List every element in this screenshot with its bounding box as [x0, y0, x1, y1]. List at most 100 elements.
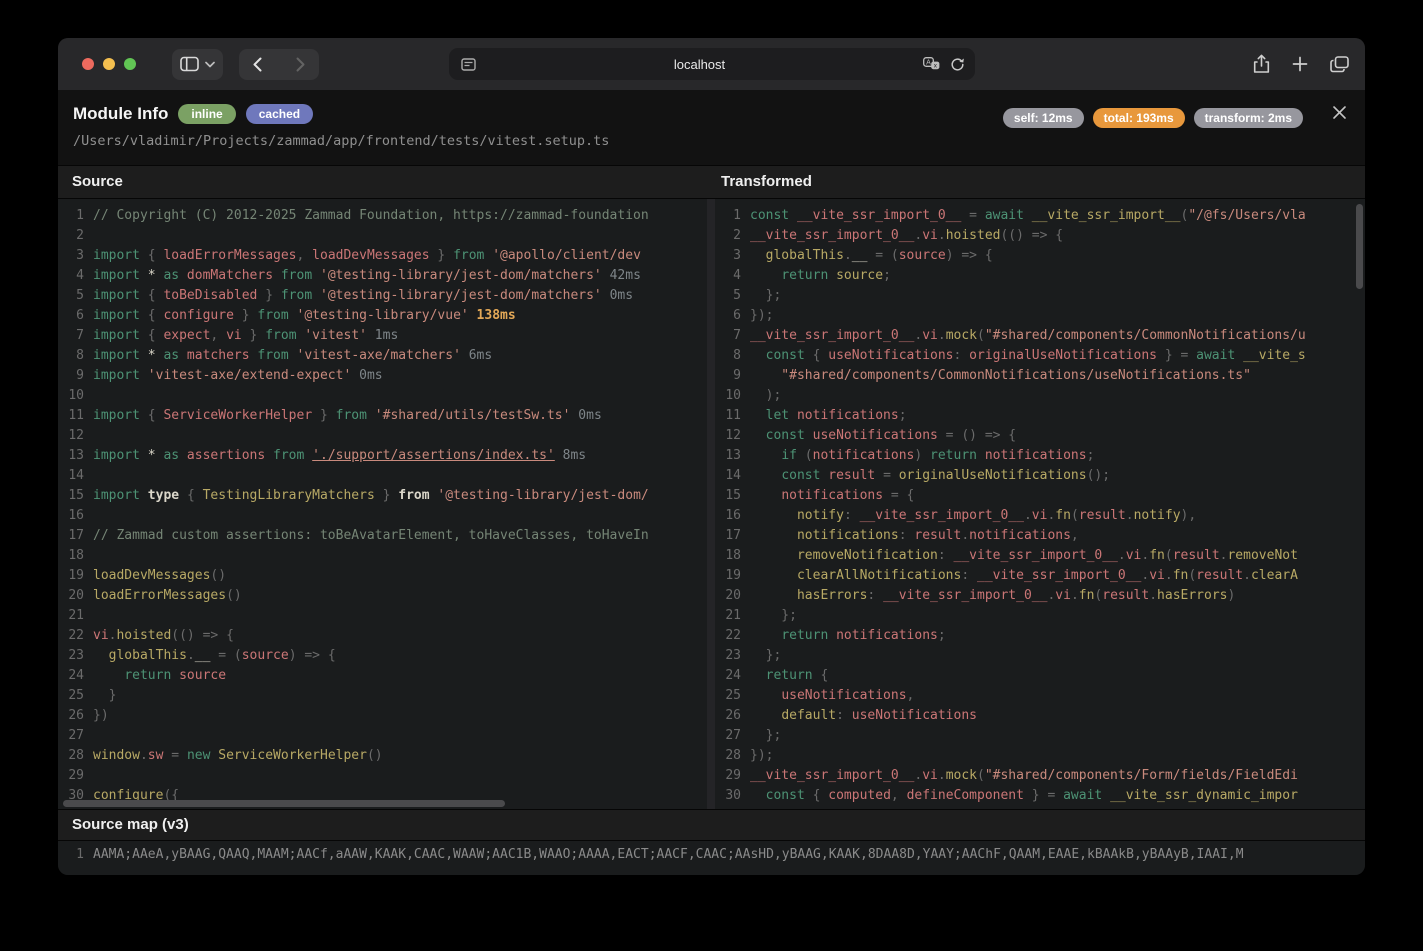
code-token: return	[930, 448, 977, 463]
code-token: loadErrorMessages	[163, 248, 297, 263]
back-button[interactable]	[239, 49, 276, 80]
horizontal-scrollbar[interactable]	[63, 800, 505, 807]
code-token: result	[1196, 568, 1244, 583]
address-bar[interactable]: localhost Ax	[449, 48, 975, 80]
code-line: 22 vi.hoisted(() => {	[58, 626, 707, 646]
page-settings-icon[interactable]	[461, 57, 476, 71]
share-icon[interactable]	[1253, 54, 1270, 74]
code-token: =	[961, 208, 985, 223]
code-line: 26 default: useNotifications	[715, 706, 1365, 726]
line-number: 7	[76, 328, 84, 343]
code-line: 19 loadDevMessages()	[58, 566, 707, 586]
line-number: 11	[68, 408, 84, 423]
code-token: removeNotification	[796, 548, 938, 563]
code-token: __	[194, 648, 211, 663]
line-number: 14	[68, 468, 84, 483]
code-token: ;	[937, 628, 946, 643]
code-token: = (	[867, 248, 899, 263]
line-number: 8	[76, 348, 84, 363]
code-token: notifications	[781, 488, 884, 503]
page-title: Module Info	[73, 104, 169, 123]
code-token: *	[139, 348, 164, 363]
code-token: const	[781, 468, 821, 483]
code-token: import	[93, 448, 140, 463]
code-token: as	[163, 268, 180, 283]
code-token: __vite_ssr_import_0__	[883, 588, 1048, 603]
code-token: } =	[1157, 348, 1197, 363]
reload-icon[interactable]	[950, 57, 965, 72]
code-token: 'vitest'	[296, 328, 367, 343]
minimize-window-button[interactable]	[103, 58, 115, 70]
line-number: 13	[725, 448, 741, 463]
vertical-scrollbar[interactable]	[1356, 204, 1363, 289]
code-panels: 1 // Copyright (C) 2012-2025 Zammad Found…	[58, 199, 1365, 809]
code-token: 1ms	[366, 328, 399, 343]
code-token: hoisted	[116, 628, 172, 643]
new-tab-icon[interactable]	[1292, 56, 1308, 72]
tabs-icon[interactable]	[1330, 55, 1349, 73]
file-link[interactable]: './support/assertions/index.ts'	[312, 448, 555, 463]
code-token: // Zammad custom assertions: toBeAvatarE…	[93, 528, 649, 543]
zoom-window-button[interactable]	[124, 58, 136, 70]
code-token: // Copyright (C) 2012-2025 Zammad Founda…	[93, 208, 649, 223]
code-token: const	[765, 348, 805, 363]
forward-button[interactable]	[282, 49, 319, 80]
code-token: if	[781, 448, 797, 463]
code-token: {	[812, 668, 829, 683]
code-token: '@testing-library/jest-dom/matchers'	[312, 288, 602, 303]
code-line: 1 AAMA;AAeA,yBAAG,QAAQ,MAAM;AACf,aAAW,KAA…	[58, 845, 1365, 865]
code-token: ;	[1086, 448, 1095, 463]
code-token: "#shared/components/Form/fields/FieldEdi	[984, 768, 1298, 783]
line-number: 24	[68, 668, 84, 683]
line-number: 19	[68, 568, 84, 583]
code-token: useNotifications	[804, 428, 938, 443]
code-line: 16	[58, 506, 707, 526]
code-token: );	[750, 388, 782, 403]
code-line: 3 import { loadErrorMessages, loadDevMess…	[58, 246, 707, 266]
code-token: removeNot	[1227, 548, 1298, 563]
code-token: :	[937, 548, 954, 563]
transformed-code-panel[interactable]: 1 const __vite_ssr_import_0__ = await __v…	[715, 199, 1365, 809]
code-token: };	[750, 728, 782, 743]
line-number: 6	[733, 308, 741, 323]
code-token: 8ms	[554, 448, 587, 463]
code-line: 11 let notifications;	[715, 406, 1365, 426]
code-token: vi	[1149, 568, 1165, 583]
code-line: 1 const __vite_ssr_import_0__ = await __v…	[715, 206, 1365, 226]
code-token: notifications	[828, 628, 938, 643]
code-line: 18 removeNotification: __vite_ssr_import…	[715, 546, 1365, 566]
line-number: 11	[725, 408, 741, 423]
close-button[interactable]	[1330, 103, 1348, 121]
sidebar-toggle-button[interactable]	[172, 48, 223, 80]
code-token: globalThis	[108, 648, 187, 663]
close-window-button[interactable]	[82, 58, 94, 70]
code-line: 17 notifications: result.notifications,	[715, 526, 1365, 546]
line-number: 18	[68, 548, 84, 563]
code-token: hasErrors	[796, 588, 868, 603]
code-token: ()	[226, 588, 242, 603]
code-token: '@testing-library/vue'	[288, 308, 469, 323]
code-token: vi	[922, 768, 938, 783]
code-token: 42ms	[601, 268, 641, 283]
code-token: .	[937, 328, 946, 343]
source-code-panel[interactable]: 1 // Copyright (C) 2012-2025 Zammad Found…	[58, 199, 707, 809]
code-line: 24 return {	[715, 666, 1365, 686]
code-token: from	[257, 348, 289, 363]
code-token: }	[93, 688, 117, 703]
code-token: notify	[796, 508, 844, 523]
code-token: import	[93, 328, 140, 343]
line-number: 22	[725, 628, 741, 643]
line-number: 22	[68, 628, 84, 643]
code-token: .	[937, 768, 946, 783]
code-token: __vite_ssr_import_0__	[953, 548, 1118, 563]
sourcemap-panel[interactable]: 1 AAMA;AAeA,yBAAG,QAAQ,MAAM;AACf,aAAW,KAA…	[58, 840, 1365, 875]
code-token: (	[977, 768, 985, 783]
translate-icon[interactable]: Ax	[923, 57, 940, 71]
code-token: fn	[1172, 568, 1189, 583]
